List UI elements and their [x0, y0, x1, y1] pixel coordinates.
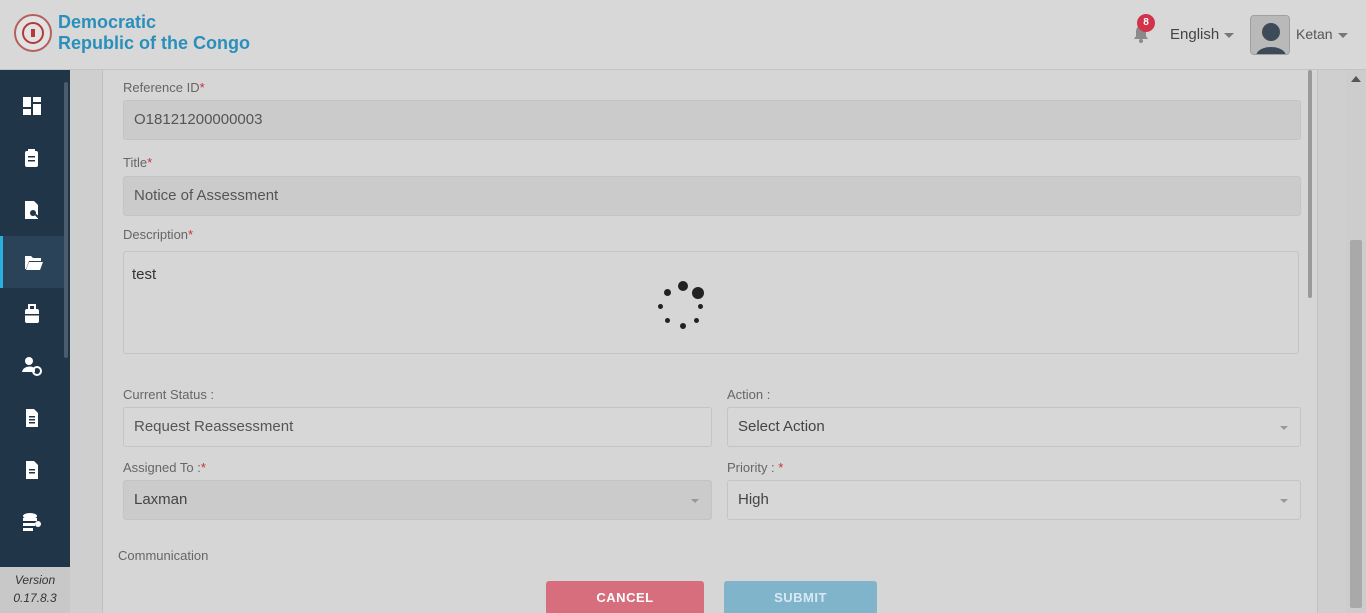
- user-menu[interactable]: Ketan: [1296, 26, 1348, 42]
- language-label: English: [1170, 26, 1220, 43]
- notification-badge: 8: [1137, 14, 1155, 32]
- chevron-down-icon: [1280, 426, 1288, 430]
- top-header: Democratic Republic of the Congo 8 Engli…: [0, 0, 1366, 70]
- sidebar-item-clipboard[interactable]: [0, 132, 64, 184]
- scroll-thumb[interactable]: [1350, 240, 1362, 608]
- version-label: Version: [14, 573, 56, 587]
- priority-label: Priority : *: [727, 460, 784, 475]
- sidebar-item-database[interactable]: [0, 496, 64, 548]
- sidebar-scrollbar[interactable]: [64, 82, 68, 358]
- priority-select[interactable]: High: [727, 480, 1301, 520]
- sidebar-item-document-search[interactable]: [0, 184, 64, 236]
- sidebar-item-file-list[interactable]: [0, 444, 64, 496]
- title-label: Title*: [123, 155, 153, 170]
- assigned-to-label: Assigned To :*: [123, 460, 206, 475]
- communication-label: Communication: [118, 548, 209, 563]
- current-status-field[interactable]: Request Reassessment: [123, 407, 712, 447]
- version-info: Version 0.17.8.3: [0, 567, 70, 613]
- assigned-to-value: Laxman: [134, 491, 188, 508]
- brand-line-1: Democratic: [58, 12, 157, 32]
- assigned-to-select[interactable]: Laxman: [123, 480, 712, 520]
- chevron-down-icon: [691, 499, 699, 503]
- reference-id-field[interactable]: O18121200000003: [123, 100, 1301, 140]
- file-list-icon: [26, 461, 38, 479]
- avatar[interactable]: [1250, 15, 1290, 55]
- submit-button[interactable]: SUBMIT: [724, 581, 877, 613]
- chevron-down-icon: [1337, 32, 1348, 38]
- chevron-down-icon: [1280, 499, 1288, 503]
- current-status-label: Current Status :: [123, 387, 215, 402]
- dashboard-icon: [23, 97, 41, 115]
- user-name: Ketan: [1296, 26, 1333, 42]
- action-select[interactable]: Select Action: [727, 407, 1301, 447]
- sidebar-item-dashboard[interactable]: [0, 80, 64, 132]
- page-scrollbar[interactable]: [1346, 70, 1366, 613]
- database-user-icon: [23, 513, 41, 531]
- sidebar-item-folder[interactable]: [0, 236, 64, 288]
- title-field[interactable]: Notice of Assessment: [123, 176, 1301, 216]
- action-select-value: Select Action: [738, 418, 825, 435]
- version-number: 0.17.8.3: [13, 591, 57, 605]
- sidebar-item-briefcase[interactable]: [0, 288, 64, 340]
- briefcase-icon: [25, 304, 39, 323]
- description-textarea[interactable]: test: [123, 251, 1299, 354]
- user-avatar-icon: [1251, 16, 1289, 54]
- file-icon: [26, 409, 38, 427]
- reference-id-label: Reference ID*: [123, 80, 205, 95]
- user-settings-icon: [22, 357, 42, 376]
- sidebar-item-file[interactable]: [0, 392, 64, 444]
- document-search-icon: [25, 201, 40, 219]
- loading-spinner-icon: [657, 280, 709, 332]
- sidebar-item-user-settings[interactable]: [0, 340, 64, 392]
- sidebar: [0, 70, 70, 613]
- language-dropdown[interactable]: English: [1170, 26, 1235, 43]
- folder-open-icon: [24, 256, 43, 270]
- brand-line-2: Republic of the Congo: [58, 33, 250, 53]
- chevron-down-icon: [1224, 32, 1235, 38]
- action-label: Action :: [727, 387, 771, 402]
- brand-title[interactable]: Democratic Republic of the Congo: [58, 12, 250, 54]
- priority-value: High: [738, 491, 769, 508]
- scroll-up-icon[interactable]: [1351, 76, 1361, 82]
- description-label: Description*: [123, 227, 194, 242]
- logo-icon[interactable]: [14, 14, 52, 52]
- cancel-button[interactable]: CANCEL: [546, 581, 704, 613]
- form-scrollbar[interactable]: [1308, 70, 1312, 298]
- clipboard-icon: [25, 149, 38, 167]
